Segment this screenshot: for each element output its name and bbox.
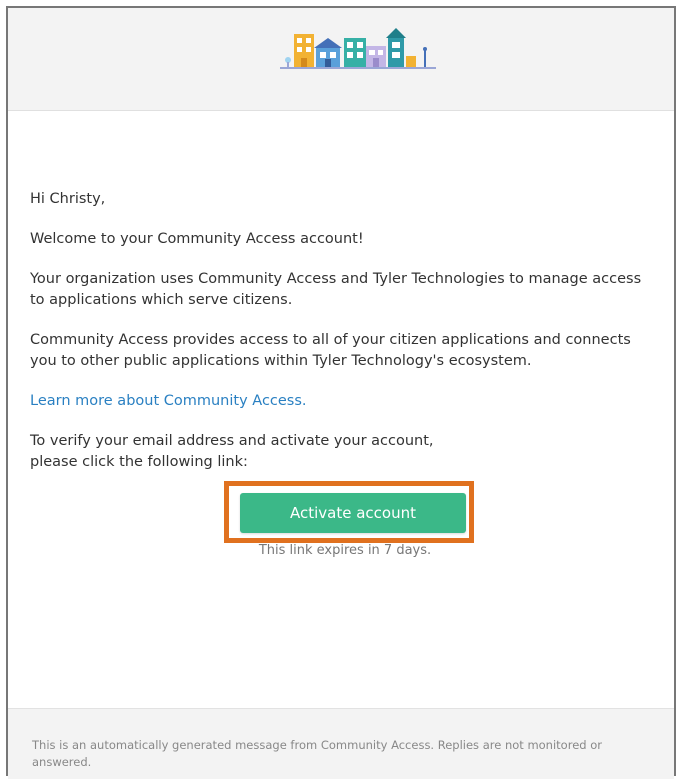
email-frame: Hi Christy, Welcome to your Community Ac…: [6, 6, 676, 779]
verify-instructions-line1: To verify your email address and activat…: [30, 433, 434, 449]
learn-more-link[interactable]: Learn more about Community Access.: [30, 393, 307, 409]
provides-paragraph: Community Access provides access to all …: [30, 332, 631, 369]
email-header: [8, 8, 674, 111]
email-body: Hi Christy, Welcome to your Community Ac…: [8, 111, 674, 473]
community-access-logo-icon: [280, 28, 436, 69]
footer-notice: This is an automatically generated messa…: [32, 738, 602, 769]
activate-section: Activate account This link expires in 7 …: [8, 481, 674, 589]
organization-paragraph: Your organization uses Community Access …: [30, 271, 642, 308]
activate-account-button[interactable]: Activate account: [240, 493, 466, 533]
link-expiry-text: This link expires in 7 days.: [258, 543, 432, 558]
email-footer: This is an automatically generated messa…: [8, 708, 674, 779]
greeting-text: Hi Christy,: [30, 191, 106, 207]
welcome-text: Welcome to your Community Access account…: [30, 231, 364, 247]
verify-instructions-line2: please click the following link:: [30, 454, 248, 470]
